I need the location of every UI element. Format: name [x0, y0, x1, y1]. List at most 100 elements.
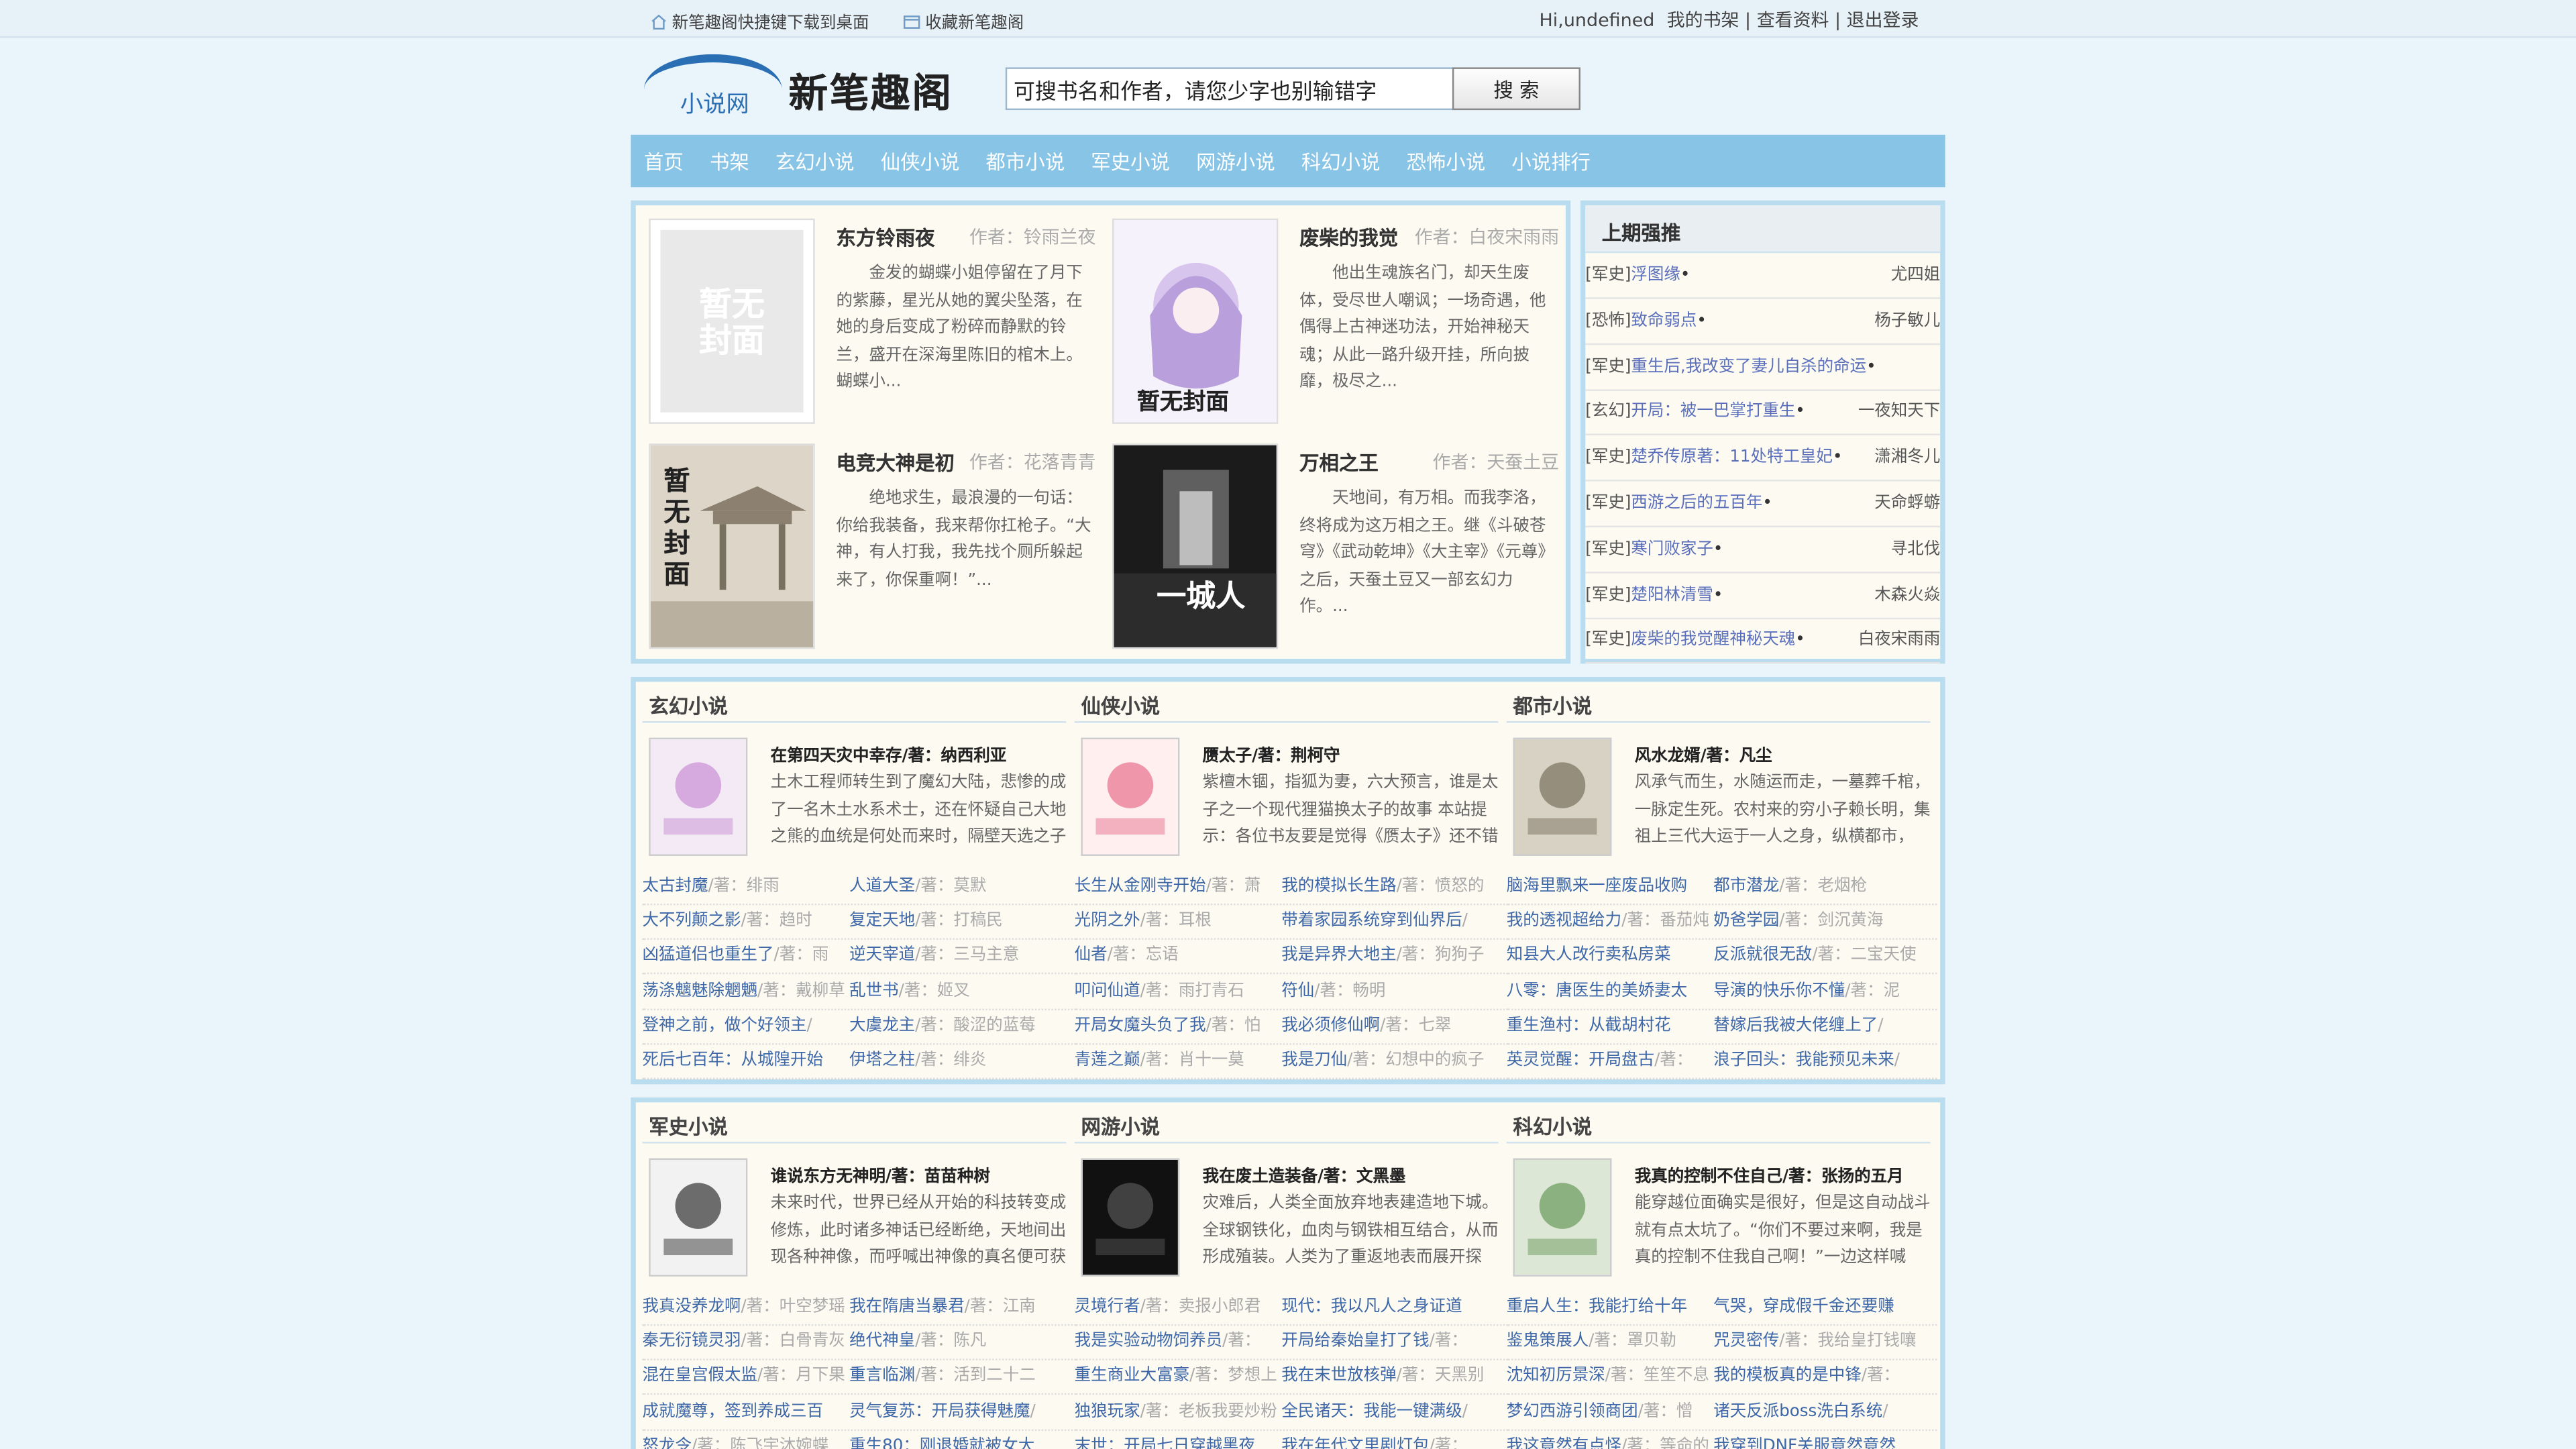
list-item-left[interactable]: 梦幻西游引领商团/著：憎	[1507, 1394, 1714, 1428]
book-link[interactable]: 我的模拟长生路	[1281, 877, 1396, 896]
list-item-left[interactable]: 秦无衍镜灵羽/著：白骨青灰	[643, 1324, 850, 1358]
book-link[interactable]: 知县大人改行卖私房菜	[1507, 947, 1671, 965]
book-title[interactable]: 电竞大神是初	[837, 449, 955, 477]
list-item-right[interactable]: 带着家园系统穿到仙界后/	[1281, 904, 1489, 938]
book-cover[interactable]	[649, 1158, 748, 1277]
book-cover[interactable]: 暂无封面	[649, 218, 815, 424]
book-link[interactable]: 我在年代文里剧灯包	[1281, 1437, 1429, 1449]
search-input[interactable]	[1005, 67, 1456, 111]
list-item-left[interactable]: 长生从金刚寺开始/著：萧	[1075, 869, 1282, 904]
list-item-right[interactable]: 浪子回头：我能预见未来/	[1713, 1043, 1921, 1077]
list-item-right[interactable]: 奶爸学园/著：剑沉黄海	[1713, 904, 1921, 938]
list-item-left[interactable]: 末世：开局七日穿越黑夜	[1075, 1429, 1282, 1449]
list-item-left[interactable]: 我的透视超给力/著：番茄炖	[1507, 904, 1714, 938]
book-link[interactable]: 开局给秦始皇打了钱	[1281, 1333, 1429, 1351]
category-title[interactable]: 玄幻小说	[649, 692, 728, 720]
rank-item[interactable]: [军史]重生后,我改变了妻儿自杀的命运•	[1585, 344, 1941, 390]
rank-item[interactable]: [军史]寒门败家子• 寻北伐	[1585, 527, 1941, 574]
category-featured-book[interactable]: 风水龙婿/著：凡尘	[1635, 741, 1772, 765]
category-title[interactable]: 军史小说	[649, 1112, 728, 1140]
list-item-left[interactable]: 叩问仙道/著：雨打青石	[1075, 973, 1282, 1008]
book-link[interactable]: 伊塔之柱	[849, 1051, 915, 1069]
list-item-left[interactable]: 我这竟然有点怪/著：等命的	[1507, 1429, 1714, 1449]
list-item-left[interactable]: 太古封魔/著：绯雨	[643, 869, 850, 904]
list-item-right[interactable]: 乱世书/著：姬叉	[849, 973, 1057, 1008]
book-link[interactable]: 导演的快乐你不懂	[1713, 982, 1845, 1000]
book-link[interactable]: 大虞龙主	[849, 1016, 915, 1034]
nav-ranking[interactable]: 小说排行	[1499, 135, 1604, 191]
book-link[interactable]: 凶猛道侣也重生了	[643, 947, 774, 965]
list-item-right[interactable]: 我的模板真的是中锋/著：	[1713, 1359, 1921, 1393]
book-link[interactable]: 灵境行者	[1075, 1298, 1140, 1316]
list-item-right[interactable]: 我是异界大地主/著：狗狗子	[1281, 938, 1489, 973]
book-link[interactable]: 末世：开局七日穿越黑夜	[1075, 1437, 1255, 1449]
category-featured-book[interactable]: 在第四天灾中幸存/著：纳西利亚	[771, 741, 1007, 765]
book-link[interactable]: 我穿到DNF关服竟然竟然	[1713, 1437, 1896, 1449]
list-item-right[interactable]: 绝代神皇/著：陈凡	[849, 1324, 1057, 1358]
category-featured-book[interactable]: 赝太子/著：荆柯守	[1203, 741, 1340, 765]
rank-book-link[interactable]: 西游之后的五百年	[1631, 494, 1762, 513]
nav-junshi[interactable]: 军史小说	[1078, 135, 1183, 191]
rank-item[interactable]: [军史]废柴的我觉醒神秘天魂• 白夜宋雨雨	[1585, 619, 1941, 665]
book-link[interactable]: 鉴鬼策展人	[1507, 1333, 1589, 1351]
book-link[interactable]: 登神之前，做个好领主	[643, 1016, 807, 1034]
rank-book-link[interactable]: 寒门败家子	[1631, 540, 1713, 558]
book-link[interactable]: 绝代神皇	[849, 1333, 915, 1351]
rank-book-link[interactable]: 楚乔传原著：11处特工皇妃	[1631, 449, 1833, 467]
list-item-right[interactable]: 诸天反派boss洗白系统/	[1713, 1394, 1921, 1428]
nav-kehuan[interactable]: 科幻小说	[1288, 135, 1393, 191]
nav-xianxia[interactable]: 仙侠小说	[867, 135, 973, 191]
book-cover[interactable]	[1513, 1158, 1612, 1277]
book-link[interactable]: 我的透视超给力	[1507, 912, 1621, 930]
list-item-right[interactable]: 大虞龙主/著：酸涩的蓝莓	[849, 1008, 1057, 1042]
book-link[interactable]: 我在末世放核弹	[1281, 1368, 1396, 1386]
list-item-left[interactable]: 荡涤魑魅除魍魉/著：戴柳草	[643, 973, 850, 1008]
book-link[interactable]: 怒龙令	[643, 1437, 692, 1449]
list-item-left[interactable]: 八零：唐医生的美娇妻太	[1507, 973, 1714, 1008]
book-link[interactable]: 英灵觉醒：开局盘古	[1507, 1051, 1654, 1069]
category-featured-book[interactable]: 谁说东方无神明/著：苗苗种树	[771, 1161, 990, 1186]
list-item-left[interactable]: 鉴鬼策展人/著：罩贝勒	[1507, 1324, 1714, 1358]
list-item-right[interactable]: 我是刀仙/著：幻想中的疯子	[1281, 1043, 1489, 1077]
list-item-left[interactable]: 成就魔尊，签到养成三百	[643, 1394, 850, 1428]
book-cover[interactable]: 一城人	[1112, 443, 1279, 649]
category-title[interactable]: 科幻小说	[1513, 1112, 1593, 1140]
list-item-right[interactable]: 我在年代文里剧灯包/著：	[1281, 1429, 1489, 1449]
book-link[interactable]: 我的模板真的是中锋	[1713, 1368, 1861, 1386]
list-item-left[interactable]: 青莲之巅/著：肖十一莫	[1075, 1043, 1282, 1077]
book-link[interactable]: 全民诸天：我能一键满级	[1281, 1402, 1462, 1420]
list-item-right[interactable]: 替嫁后我被大佬缠上了/	[1713, 1008, 1921, 1042]
book-link[interactable]: 逆天宰道	[849, 947, 915, 965]
list-item-right[interactable]: 我在隋唐当暴君/著：江南	[849, 1289, 1057, 1324]
book-cover[interactable]	[1513, 737, 1612, 856]
list-item-left[interactable]: 脑海里飘来一座废品收购	[1507, 869, 1714, 904]
list-item-left[interactable]: 重生商业大富豪/著：梦想上	[1075, 1359, 1282, 1393]
rank-item[interactable]: [军史]楚乔传原著：11处特工皇妃• 潇湘冬儿	[1585, 435, 1941, 482]
search-button[interactable]: 搜 索	[1452, 67, 1580, 111]
list-item-left[interactable]: 英灵觉醒：开局盘古/著：	[1507, 1043, 1714, 1077]
category-featured-book[interactable]: 我真的控制不住自己/著：张扬的五月	[1635, 1161, 1904, 1186]
book-link[interactable]: 我在隋唐当暴君	[849, 1298, 964, 1316]
book-link[interactable]: 咒灵密传	[1713, 1333, 1779, 1351]
profile-link[interactable]: 查看资料	[1757, 10, 1829, 32]
list-item-left[interactable]: 我真没养龙啊/著：叶空梦瑶	[643, 1289, 850, 1324]
rank-book-link[interactable]: 楚阳林清雪	[1631, 586, 1713, 604]
featured-book[interactable]: 暂无封面 电竞大神是初 作者：花落青青 绝地求生，最浪漫的一句话：你给我装备，我…	[649, 443, 1095, 649]
list-item-left[interactable]: 大不列颠之影/著：趋时	[643, 904, 850, 938]
list-item-right[interactable]: 复定天地/著：打稿民	[849, 904, 1057, 938]
book-link[interactable]: 重启人生：我能打给十年	[1507, 1298, 1687, 1316]
book-link[interactable]: 仙者	[1075, 947, 1108, 965]
list-item-left[interactable]: 凶猛道侣也重生了/著：雨	[643, 938, 850, 973]
rank-book-link[interactable]: 浮图缘	[1631, 266, 1680, 284]
book-link[interactable]: 替嫁后我被大佬缠上了	[1713, 1016, 1878, 1034]
list-item-right[interactable]: 我的模拟长生路/著：愤怒的	[1281, 869, 1489, 904]
book-link[interactable]: 光阴之外	[1075, 912, 1140, 930]
book-link[interactable]: 灵气复苏：开局获得魅魔	[849, 1402, 1030, 1420]
book-link[interactable]: 反派就很无敌	[1713, 947, 1812, 965]
book-link[interactable]: 我是异界大地主	[1281, 947, 1396, 965]
nav-wangyou[interactable]: 网游小说	[1183, 135, 1289, 191]
book-link[interactable]: 八零：唐医生的美娇妻太	[1507, 982, 1687, 1000]
list-item-right[interactable]: 逆天宰道/著：三马主意	[849, 938, 1057, 973]
list-item-right[interactable]: 都市潜龙/著：老烟枪	[1713, 869, 1921, 904]
book-link[interactable]: 诸天反派boss洗白系统	[1713, 1402, 1882, 1420]
